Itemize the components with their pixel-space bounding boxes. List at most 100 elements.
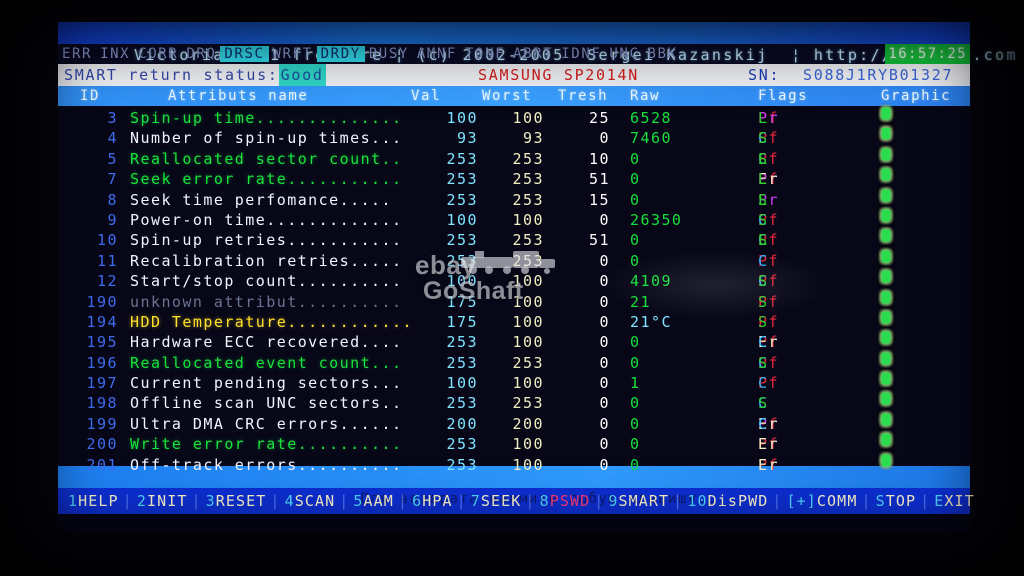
status-flag-t0nf: T0NF <box>465 46 506 62</box>
attribute-worst: 200 <box>512 414 544 433</box>
table-row[interactable]: 10 Spin-up retries........... 253 253 51 0 Pf C… <box>58 230 970 250</box>
table-row[interactable]: 11 Recalibration retries..... 253 253 0 0 Pf C <box>58 250 970 271</box>
table-row[interactable]: 7 Seek error rate........... 253 253 51 0 Pf Pr… <box>58 169 970 189</box>
function-key-hpa[interactable]: 6HPA <box>408 488 457 514</box>
function-key-divider: | <box>920 492 931 510</box>
function-key-aam[interactable]: 5AAM <box>349 488 398 514</box>
table-row[interactable]: 198 Offline scan UNC sectors.. 253 253 0 0 C S <box>58 393 970 413</box>
attribute-threshold: 51 <box>589 170 610 189</box>
function-key-dispwd[interactable]: 10DisPWD <box>683 488 772 514</box>
function-key-smart[interactable]: 9SMART <box>604 488 673 514</box>
function-key-xit[interactable]: EXIT <box>930 488 979 514</box>
function-key-label: DisPWD <box>707 492 769 510</box>
function-key-init[interactable]: 2INIT <box>133 488 192 514</box>
attribute-value: 93 <box>457 129 478 148</box>
function-key-reset[interactable]: 3RESET <box>202 488 271 514</box>
table-row[interactable]: 5 Reallocated sector count.. 253 253 10 0 Pf C S… <box>58 148 970 169</box>
attribute-worst: 100 <box>512 312 544 331</box>
attribute-threshold: 0 <box>599 455 610 474</box>
attribute-name: Seek error rate........... <box>130 170 403 189</box>
attribute-value: 175 <box>446 292 478 311</box>
status-flag-amnf: AMNF <box>416 46 458 62</box>
attribute-value: 253 <box>446 455 478 474</box>
function-key-divider: | <box>772 492 783 510</box>
table-row[interactable]: 196 Reallocated event count... 253 253 0 0 Pf C… <box>58 352 970 373</box>
attribute-value: 253 <box>446 149 478 168</box>
function-key-label: INIT <box>146 492 188 510</box>
column-header-flags: Flags <box>758 88 809 104</box>
function-key-number: 10 <box>687 492 708 510</box>
function-key-seek[interactable]: 7SEEK <box>467 488 526 514</box>
attribute-threshold: 0 <box>599 394 610 413</box>
flag-er: Er <box>758 455 779 474</box>
attribute-worst: 100 <box>512 374 544 393</box>
attribute-id: 5 <box>107 149 118 168</box>
attributes-table-body: 3 Spin-up time.............. 100 100 25 6528 P… <box>58 106 970 474</box>
attribute-value: 253 <box>446 190 478 209</box>
table-row[interactable]: 197 Current pending sectors... 100 100 0 1 Pf C <box>58 373 970 393</box>
attribute-id: 194 <box>86 312 118 331</box>
flag-er: Er <box>758 435 779 454</box>
table-row[interactable]: 200 Write error rate.......... 253 100 0 0 Pf E… <box>58 434 970 454</box>
function-key-help[interactable]: 1HELP <box>64 488 123 514</box>
attribute-id: 196 <box>86 353 118 372</box>
table-row[interactable]: 9 Power-on time............. 100 100 0 26350 P… <box>58 209 970 230</box>
status-flag-abrt: ABRT <box>513 46 554 62</box>
function-key-pswd[interactable]: 8PSWD <box>536 488 595 514</box>
table-row[interactable]: 4 Number of spin-up times... 93 93 0 7460 Pf C S <box>58 128 970 148</box>
function-key-divider: | <box>122 492 133 510</box>
attribute-raw: 0 <box>630 190 641 209</box>
attribute-threshold: 0 <box>599 374 610 393</box>
function-key-number: 3 <box>205 492 216 510</box>
attribute-id: 8 <box>107 190 118 209</box>
attribute-id: 190 <box>86 292 118 311</box>
attribute-value: 253 <box>446 231 478 250</box>
serial-number-value: S088J1RYB01327 <box>803 66 954 84</box>
function-key-scan[interactable]: 4SCAN <box>281 488 340 514</box>
attribute-raw: 0 <box>630 149 641 168</box>
function-key-number: 2 <box>136 492 147 510</box>
function-key-number: [+] <box>786 492 817 510</box>
attribute-raw: 26350 <box>630 210 683 229</box>
flag-s: S <box>758 394 769 413</box>
attribute-value: 175 <box>446 312 478 331</box>
flag-c: C <box>758 251 769 270</box>
function-key-divider: | <box>594 492 605 510</box>
health-bar-segment <box>882 148 890 160</box>
function-key-number: 6 <box>412 492 423 510</box>
flag-c: C <box>758 374 769 393</box>
attribute-name: Seek time perfomance..... <box>130 190 393 209</box>
table-row[interactable]: 190 unknown attribut.......... 175 100 0 21 Pf… <box>58 291 970 312</box>
flag-l: L <box>758 149 769 168</box>
function-key-divider: | <box>673 492 684 510</box>
attribute-id: 200 <box>86 435 118 454</box>
flag-c: C <box>758 414 769 433</box>
table-row[interactable]: 12 Start/stop count.......... 100 100 0 4109 P… <box>58 271 970 291</box>
column-header-worst: Worst <box>482 88 533 104</box>
smart-return-status-bar: SMART return status: Good SAMSUNG SP2014… <box>58 64 970 86</box>
table-row[interactable]: 3 Spin-up time.............. 100 100 25 6528 P… <box>58 108 970 128</box>
table-row[interactable]: 195 Hardware ECC recovered.... 253 100 0 0 Pf E… <box>58 332 970 352</box>
attribute-value: 253 <box>446 170 478 189</box>
function-key-divider: | <box>397 492 409 510</box>
status-flag-corr: CORR <box>138 46 179 62</box>
attribute-name: Reallocated event count... <box>130 353 403 372</box>
status-flag-list: ERR INX CORR DRQ DRSC WRFT DRDY BUSY AMNF T0NF ABR… <box>58 44 682 64</box>
table-row[interactable]: 194 HDD Temperature............ 175 100 0 21°… <box>58 311 970 332</box>
attribute-name: Recalibration retries..... <box>130 251 403 270</box>
status-flag-bbk: BBK <box>647 46 678 62</box>
health-bar-segment <box>882 128 890 140</box>
health-bar-segment <box>882 169 890 181</box>
table-row[interactable]: 199 Ultra DMA CRC errors...... 200 200 0 0 Pf P… <box>58 413 970 434</box>
function-key-top[interactable]: STOP <box>872 488 921 514</box>
attribute-value: 100 <box>446 210 478 229</box>
health-bar-segment <box>882 311 890 323</box>
table-row[interactable]: 201 Off-track errors.......... 253 100 0 0 Pf E… <box>58 454 970 475</box>
attribute-threshold: 0 <box>599 353 610 372</box>
function-key-label: SEEK <box>480 492 522 510</box>
attribute-value: 200 <box>446 414 478 433</box>
attribute-value: 253 <box>446 333 478 352</box>
function-key-comm[interactable]: [+]COMM <box>783 488 862 514</box>
attribute-id: 3 <box>107 109 118 127</box>
table-row[interactable]: 8 Seek time perfomance..... 253 253 15 0 Pr S L <box>58 189 970 210</box>
